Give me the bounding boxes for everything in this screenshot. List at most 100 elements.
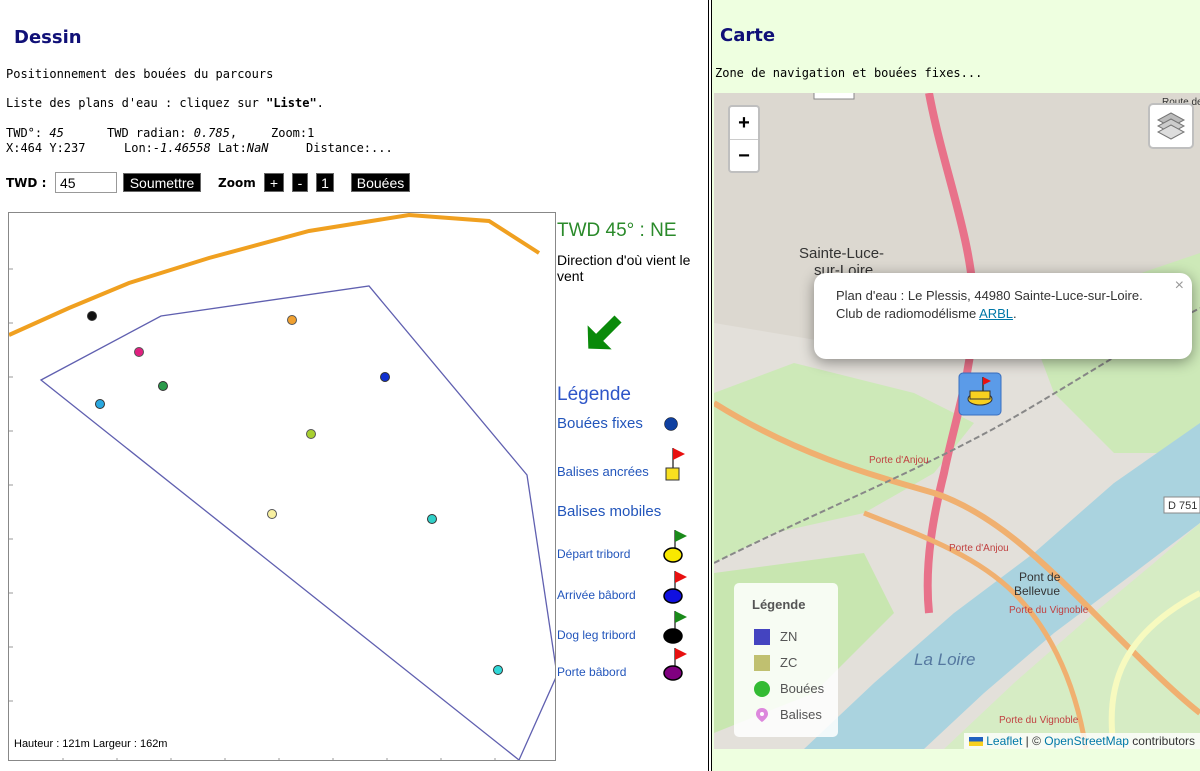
xy-stat: X:464 Y:237 <box>6 141 86 155</box>
twd-label-colon: : <box>41 176 47 190</box>
map-label-pont-2: Bellevue <box>1014 584 1060 598</box>
popup-club-link[interactable]: ARBL <box>979 306 1013 321</box>
map-attribution: Leaflet | © OpenStreetMap contributors <box>963 733 1200 749</box>
buoy-swatch-icon <box>754 681 770 697</box>
map-label-pont: Pont de <box>1019 570 1061 584</box>
buoy-cyan[interactable] <box>427 514 437 524</box>
lat-value: NaN <box>246 141 269 155</box>
map-label-porte-vignoble: Porte du Vignoble <box>1009 605 1089 616</box>
twd-radian-label: TWD radian: <box>107 126 187 140</box>
twd-degree-value: 45 <box>49 126 64 140</box>
legend-gate: Porte bâbord <box>557 665 627 679</box>
drawing-panel: Dessin Positionnement des bouées du parc… <box>0 0 709 771</box>
map-title: Carte <box>720 25 776 46</box>
osm-link[interactable]: OpenStreetMap <box>1044 734 1129 748</box>
place-marker-icon[interactable] <box>958 372 1002 416</box>
legend-fixed-buoys: Bouées fixes <box>557 415 643 432</box>
course-canvas[interactable]: Hauteur : 121m Largeur : 162m <box>8 212 556 761</box>
wind-direction-title: TWD 45° : NE <box>557 220 677 241</box>
markers-label: Balises <box>780 707 822 722</box>
buoy-magenta[interactable] <box>134 347 144 357</box>
map-label-porte-vignoble-2: Porte du Vignoble <box>999 715 1079 726</box>
buoy-black[interactable] <box>87 311 97 321</box>
list-hint-suffix: . <box>316 96 324 110</box>
buoy-yellow-green[interactable] <box>306 429 316 439</box>
zoom-stat: Zoom:1 <box>271 126 315 140</box>
twd-degree-label: TWD°: <box>6 126 43 140</box>
gate-marker-icon <box>663 648 687 681</box>
map-zoom-control: + − <box>728 105 760 173</box>
wind-direction-subtitle: Direction d'où vient le vent <box>557 252 691 284</box>
zoom-control-label: Zoom <box>218 176 256 190</box>
map-legend: Légende ZN ZC Bouées Balises <box>734 583 838 737</box>
marker-pin-icon <box>756 708 768 722</box>
layers-button[interactable] <box>1148 103 1194 149</box>
buoy-orange[interactable] <box>287 315 297 325</box>
zoom-minus-button[interactable]: - <box>292 173 308 192</box>
zoom-plus-button[interactable]: + <box>264 173 284 192</box>
tick-marks <box>9 268 496 760</box>
zn-label: ZN <box>780 629 798 644</box>
map-panel: Carte Zone de navigation et bouées fixes… <box>711 0 1200 771</box>
buoys-button[interactable]: Bouées <box>351 173 410 192</box>
dogleg-marker-icon <box>663 611 687 644</box>
legend-start: Départ tribord <box>557 547 631 561</box>
map-zoom-in-button[interactable]: + <box>730 107 758 140</box>
water-list-hint: Liste des plans d'eau : cliquez sur "Lis… <box>6 96 324 110</box>
buoys-label: Bouées <box>780 681 825 696</box>
buoy-cyan-2[interactable] <box>493 665 503 675</box>
map-label-porte-anjou-2: Porte d'Anjou <box>949 543 1009 554</box>
map-label-d751: D 751 <box>1168 500 1197 512</box>
lon-lat-stat: Lon:-1.46558 Lat:NaN <box>124 141 269 155</box>
map-popup: × Plan d'eau : Le Plessis, 44980 Sainte-… <box>814 273 1192 359</box>
lon-label: Lon: <box>124 141 153 155</box>
leaflet-map[interactable]: Sainte-Luce- sur-Loire La Loire Porte d'… <box>714 93 1200 749</box>
leaflet-link[interactable]: Leaflet <box>986 734 1022 748</box>
popup-club-text: Club de radiomodélisme <box>836 306 980 321</box>
legend-title: Légende <box>557 384 631 405</box>
navigation-zone <box>39 285 555 760</box>
buoy-pale-yellow[interactable] <box>267 509 277 519</box>
attribution-suffix: contributors <box>1128 734 1195 748</box>
map-legend-title: Légende <box>752 597 806 612</box>
map-label-river: La Loire <box>914 650 975 669</box>
drawing-subtitle: Positionnement des bouées du parcours <box>6 67 274 81</box>
lat-label: Lat: <box>217 141 247 155</box>
map-subtitle: Zone de navigation et bouées fixes... <box>715 66 983 80</box>
popup-address: Plan d'eau : Le Plessis, 44980 Sainte-Lu… <box>836 288 1143 303</box>
buoy-light-blue[interactable] <box>95 399 105 409</box>
list-link[interactable]: "Liste" <box>266 96 317 110</box>
zc-label: ZC <box>780 655 798 670</box>
buoy-blue[interactable] <box>380 372 390 382</box>
course-drawing <box>9 213 555 760</box>
twd-input[interactable] <box>55 172 117 193</box>
ukraine-flag-icon <box>968 737 983 747</box>
distance-stat: Distance:... <box>306 141 393 155</box>
twd-radian-value: 0.785 <box>193 126 230 140</box>
map-label-porte-anjou: Porte d'Anjou <box>869 455 929 466</box>
buoy-green[interactable] <box>158 381 168 391</box>
twd-radian-stat: TWD radian: 0.785, <box>107 126 238 140</box>
map-label-town: Sainte-Luce- <box>799 245 884 262</box>
attribution-separator: | © <box>1022 734 1045 748</box>
submit-button[interactable]: Soumettre <box>123 173 201 192</box>
popup-close-icon[interactable]: × <box>1175 277 1184 295</box>
layers-icon <box>1156 112 1186 140</box>
legend-dogleg: Dog leg tribord <box>557 628 636 642</box>
legend-mobile: Balises mobiles <box>557 503 662 520</box>
list-hint-text: Liste des plans d'eau : cliquez sur <box>6 96 267 110</box>
twd-input-label: TWD : <box>6 176 46 190</box>
canvas-dimensions: Hauteur : 121m Largeur : 162m <box>14 738 168 750</box>
wind-arrow-icon <box>587 315 622 350</box>
popup-club: Club de radiomodélisme ARBL. <box>836 305 1172 323</box>
twd-degree-stat: TWD°: 45 <box>6 126 64 140</box>
anchored-marker-icon <box>665 448 685 481</box>
lon-value: -1.46558 <box>152 141 211 155</box>
finish-marker-icon <box>663 571 687 604</box>
zoom-reset-button[interactable]: 1 <box>316 173 334 192</box>
road-shield-m337 <box>813 93 855 100</box>
popup-club-suffix: . <box>1013 306 1017 321</box>
twd-label-text: TWD <box>6 176 38 190</box>
drawing-title: Dessin <box>14 27 82 48</box>
map-zoom-out-button[interactable]: − <box>730 140 758 172</box>
